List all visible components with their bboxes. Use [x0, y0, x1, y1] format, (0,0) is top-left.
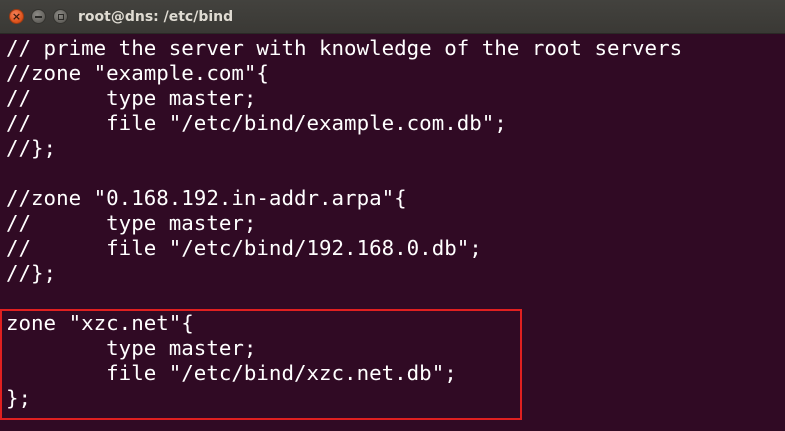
minimize-icon	[35, 15, 42, 18]
terminal-line: //};	[6, 136, 57, 160]
terminal-line: // prime the server with knowledge of th…	[6, 36, 683, 60]
terminal-line: //zone "example.com"{	[6, 61, 269, 85]
terminal-output[interactable]: // prime the server with knowledge of th…	[6, 36, 785, 411]
terminal-line: // type master;	[6, 86, 257, 110]
close-icon: ×	[11, 10, 22, 23]
terminal-line: // file "/etc/bind/192.168.0.db";	[6, 236, 482, 260]
terminal-line: type master;	[6, 336, 257, 360]
terminal-window: × root@dns: /etc/bind // prime the serve…	[0, 0, 785, 431]
terminal-line: zone "xzc.net"{	[6, 311, 194, 335]
terminal-line: //};	[6, 261, 57, 285]
maximize-icon	[57, 13, 64, 20]
close-button[interactable]: ×	[9, 9, 24, 24]
minimize-button[interactable]	[31, 9, 46, 24]
title-bar[interactable]: × root@dns: /etc/bind	[0, 0, 785, 34]
maximize-button[interactable]	[53, 9, 68, 24]
terminal-line: // type master;	[6, 211, 257, 235]
terminal-line: // file "/etc/bind/example.com.db";	[6, 111, 507, 135]
window-title: root@dns: /etc/bind	[78, 9, 234, 25]
terminal-line: };	[6, 386, 32, 410]
terminal-line: //zone "0.168.192.in-addr.arpa"{	[6, 186, 407, 210]
terminal-line: file "/etc/bind/xzc.net.db";	[6, 361, 457, 385]
